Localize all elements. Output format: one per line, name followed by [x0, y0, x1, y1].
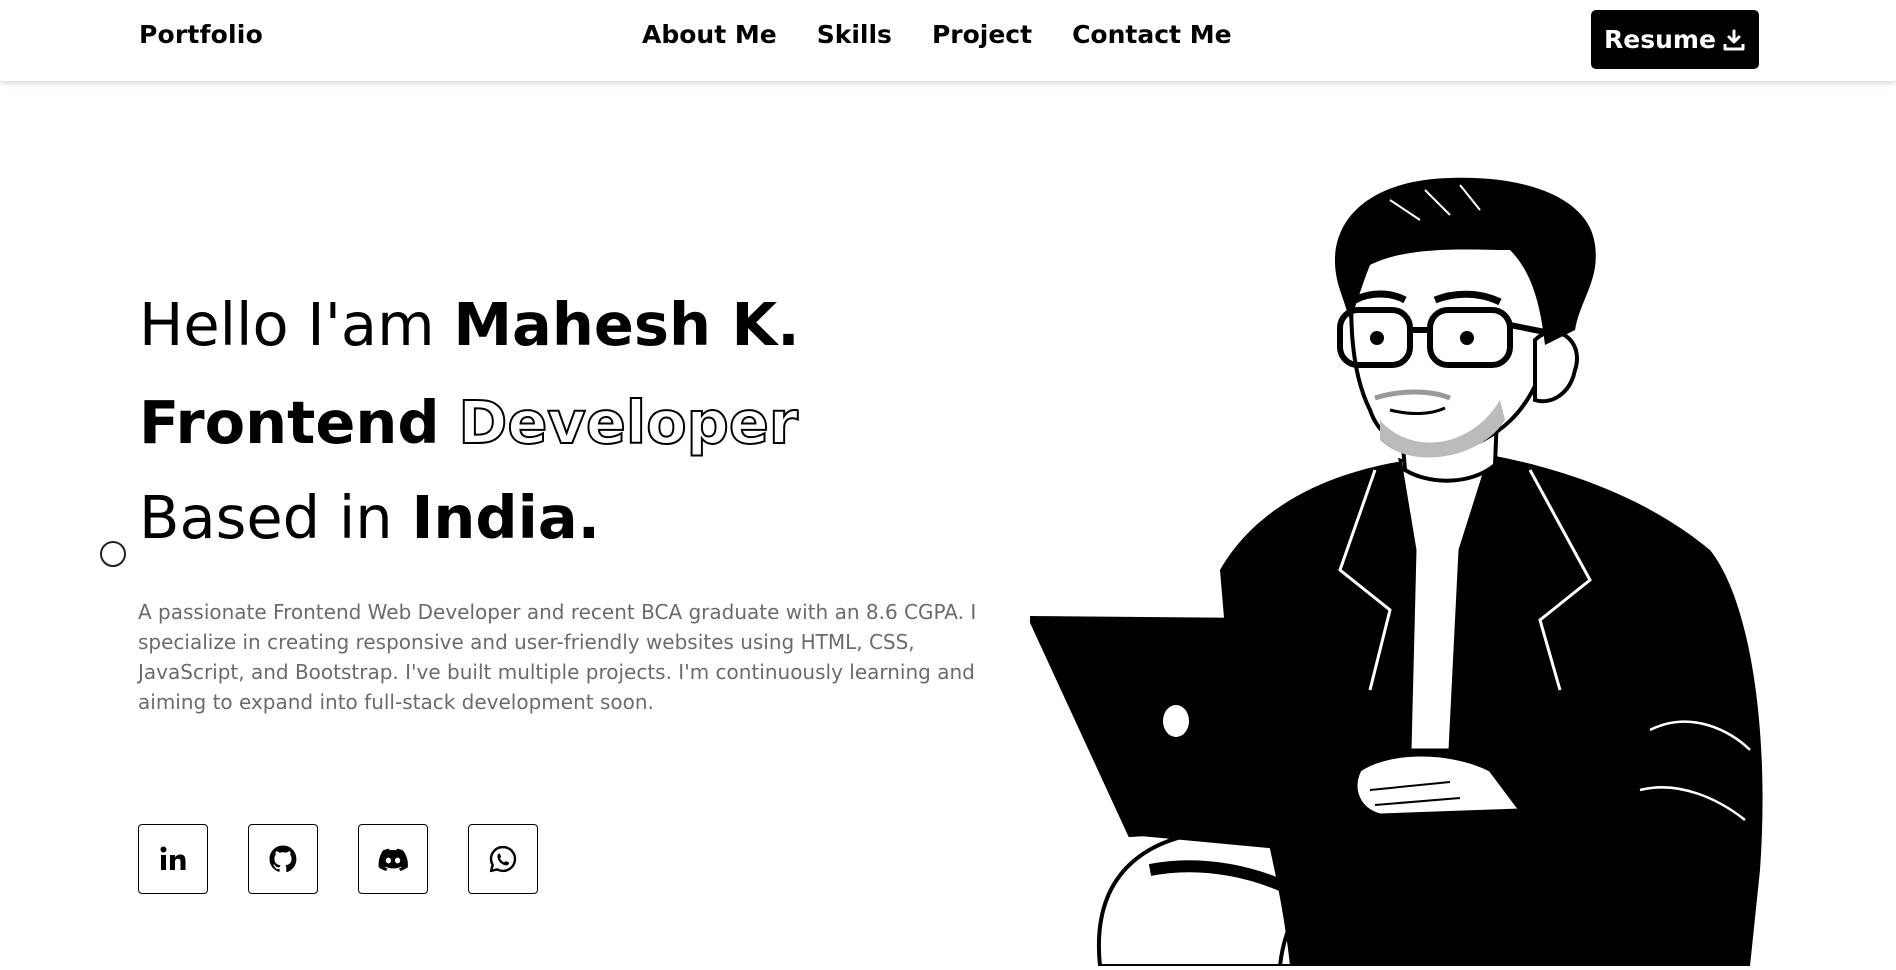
download-icon: [1723, 29, 1745, 50]
navbar: Portfolio About Me Skills Project Contac…: [0, 0, 1896, 81]
developer-figure-image: [1026, 177, 1763, 968]
social-links: [138, 824, 538, 894]
role-developer-outline: Developer: [457, 387, 799, 458]
whatsapp-icon: [489, 845, 517, 873]
greeting-text: Hello I'am: [139, 290, 435, 359]
resume-button[interactable]: Resume: [1591, 10, 1759, 69]
nav-link-about-me[interactable]: About Me: [642, 20, 777, 49]
nav-link-skills[interactable]: Skills: [817, 20, 892, 49]
discord-icon: [378, 848, 408, 871]
nav-link-project[interactable]: Project: [932, 20, 1032, 49]
role-frontend: Frontend: [139, 388, 440, 457]
developer-illustration: [1026, 170, 1790, 968]
hero-role: Frontend Developer: [139, 387, 799, 458]
hero-name: Mahesh K.: [453, 290, 800, 359]
resume-button-label: Resume: [1604, 25, 1716, 54]
location-prefix: Based in: [139, 483, 393, 552]
linkedin-icon: [160, 846, 186, 870]
hero-location: Based in India.: [139, 483, 600, 553]
hero-description: A passionate Frontend Web Developer and …: [138, 600, 977, 714]
location-country: India.: [411, 483, 601, 552]
nav-link-contact-me[interactable]: Contact Me: [1072, 20, 1231, 49]
discord-button[interactable]: [358, 824, 428, 894]
linkedin-button[interactable]: [138, 824, 208, 894]
github-icon: [269, 845, 297, 873]
nav-links: About Me Skills Project Contact Me: [642, 20, 1232, 49]
github-button[interactable]: [248, 824, 318, 894]
hero-greeting: Hello I'am Mahesh K.: [139, 290, 800, 360]
cursor-follower: [100, 541, 126, 567]
whatsapp-button[interactable]: [468, 824, 538, 894]
brand-logo[interactable]: Portfolio: [139, 20, 263, 49]
